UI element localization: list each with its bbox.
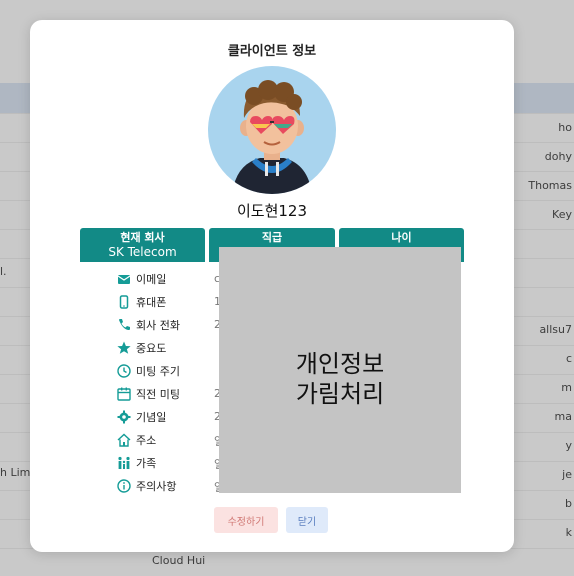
row-mobile: 휴대폰	[116, 293, 166, 311]
row-label: 가족	[136, 457, 157, 470]
row-label: 이메일	[136, 273, 167, 286]
info-header-label: 나이	[391, 231, 412, 244]
table-cell[interactable]: b	[565, 497, 572, 510]
table-cell[interactable]: Key	[552, 208, 572, 221]
table-cell[interactable]: ho	[558, 121, 572, 134]
call-icon	[119, 319, 130, 330]
home-icon	[117, 433, 131, 447]
row-label: 기념일	[136, 411, 167, 424]
client-name: 이도현123	[236, 202, 308, 220]
table-cell[interactable]: h Limi	[0, 466, 33, 479]
calendar-icon	[117, 387, 131, 401]
phone-icon	[119, 295, 129, 309]
avatar	[208, 66, 336, 194]
info-header-company: 현재 회사 SK Telecom	[80, 228, 205, 262]
row-email: 이메일	[116, 270, 166, 288]
table-cell[interactable]: je	[562, 468, 572, 481]
table-cell[interactable]: Cloud Hui	[152, 554, 205, 567]
modal-title: 클라이언트 정보	[227, 44, 317, 59]
row-label: 주의사항	[136, 480, 177, 493]
info-icon	[117, 479, 131, 493]
row-office-phone: 회사 전화	[116, 316, 180, 334]
table-cell[interactable]: ma	[555, 410, 572, 423]
info-header-label: 직급	[261, 231, 283, 244]
row-label: 주소	[136, 434, 157, 447]
client-info-modal: 클라이언트 정보 이도현123 현재 회사 SK Telecom 직급 나이 이…	[30, 20, 514, 552]
privacy-mask: 개인정보 가림처리	[219, 247, 461, 493]
row-family: 가족	[116, 454, 156, 472]
table-cell[interactable]: y	[565, 439, 572, 452]
table-cell[interactable]: k	[566, 526, 572, 539]
row-label: 직전 미팅	[136, 388, 180, 401]
row-last-meeting: 직전 미팅	[116, 385, 180, 403]
row-label: 중요도	[136, 342, 167, 355]
privacy-mask-line: 개인정보	[295, 350, 385, 378]
table-cell[interactable]: dohy	[545, 150, 572, 163]
table-cell[interactable]: Thomas	[528, 179, 572, 192]
row-label: 미팅 주기	[136, 365, 180, 378]
avatar-illustration	[232, 80, 312, 194]
edit-button[interactable]: 수정하기	[214, 507, 278, 533]
row-caution: 주의사항	[116, 477, 176, 495]
table-cell[interactable]: m	[561, 381, 572, 394]
info-header-label: 현재 회사	[120, 231, 165, 244]
row-address: 주소	[116, 431, 156, 449]
family-icon	[118, 456, 130, 469]
row-meeting-cycle: 미팅 주기	[116, 362, 180, 380]
row-label: 휴대폰	[136, 296, 167, 309]
clock-icon	[117, 364, 131, 378]
table-cell[interactable]: c	[566, 352, 572, 365]
close-button[interactable]: 닫기	[286, 507, 328, 533]
table-cell[interactable]: l.	[0, 265, 7, 278]
table-cell[interactable]: allsu7	[539, 323, 572, 336]
gear-icon	[117, 410, 131, 424]
row-anniversary: 기념일	[116, 408, 166, 426]
privacy-mask-label: 개인정보 가림처리	[219, 349, 461, 409]
info-header-value: SK Telecom	[108, 245, 177, 259]
mail-icon	[117, 275, 131, 284]
privacy-mask-line: 가림처리	[295, 380, 385, 408]
star-icon	[117, 341, 131, 354]
row-importance: 중요도	[116, 339, 166, 357]
row-label: 회사 전화	[136, 319, 180, 332]
